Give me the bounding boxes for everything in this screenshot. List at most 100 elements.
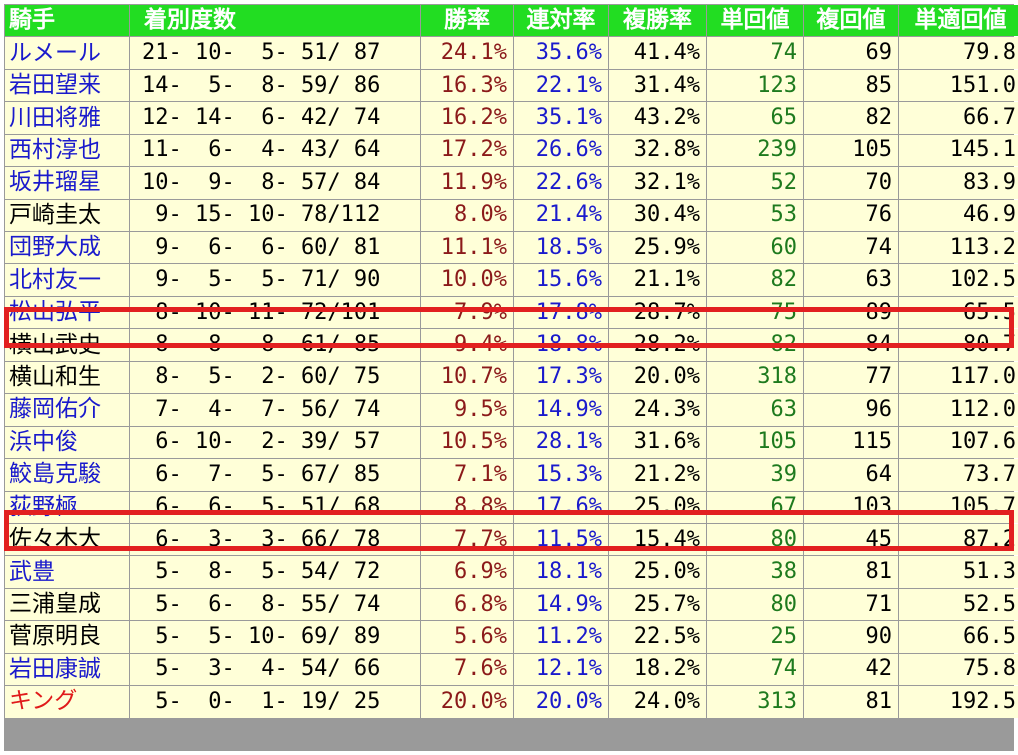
jockey-name[interactable]: 団野大成 (5, 232, 129, 264)
show-rate-cell: 28.7% (609, 296, 706, 329)
show-return-cell: 82 (804, 102, 898, 134)
show-return-cell: 63 (804, 264, 898, 296)
show-rate-cell: 32.8% (609, 134, 706, 167)
place-rate-cell: 35.6% (514, 37, 608, 69)
jockey-name[interactable]: 横山和生 (5, 361, 129, 394)
header-place-rate: 連対率 (514, 5, 608, 37)
adjusted-return-cell: 83.9 (899, 167, 1018, 199)
record-cell: 9- 6- 6- 60/ 81 (130, 232, 420, 264)
show-return-cell: 69 (804, 37, 898, 69)
show-rate-cell: 31.6% (609, 426, 706, 459)
win-return-cell: 239 (707, 134, 803, 167)
jockey-name[interactable]: 川田将雅 (5, 102, 129, 134)
show-return-cell: 115 (804, 426, 898, 459)
place-rate-cell: 14.9% (514, 588, 608, 621)
win-return-cell: 38 (707, 556, 803, 588)
show-return-cell: 77 (804, 361, 898, 394)
show-return-cell: 81 (804, 686, 898, 718)
win-return-cell: 67 (707, 491, 803, 523)
place-rate-cell: 12.1% (514, 653, 608, 686)
adjusted-return-cell: 87.2 (899, 523, 1018, 556)
show-return-cell: 96 (804, 394, 898, 426)
win-rate-cell: 7.1% (421, 459, 513, 491)
adjusted-return-cell: 192.5 (899, 686, 1018, 718)
jockey-name[interactable]: 菅原明良 (5, 621, 129, 653)
adjusted-return-cell: 145.1 (899, 134, 1018, 167)
record-cell: 9- 15- 10- 78/112 (130, 199, 420, 232)
win-return-cell: 65 (707, 102, 803, 134)
win-return-cell: 105 (707, 426, 803, 459)
header-win-return: 単回値 (707, 5, 803, 37)
win-return-cell: 52 (707, 167, 803, 199)
record-cell: 14- 5- 8- 59/ 86 (130, 69, 420, 102)
place-rate-cell: 15.3% (514, 459, 608, 491)
adjusted-return-cell: 75.8 (899, 653, 1018, 686)
adjusted-return-cell: 117.0 (899, 361, 1018, 394)
win-rate-cell: 7.9% (421, 296, 513, 329)
record-cell: 10- 9- 8- 57/ 84 (130, 167, 420, 199)
win-return-cell: 25 (707, 621, 803, 653)
jockey-name[interactable]: 坂井瑠星 (5, 167, 129, 199)
show-return-cell: 105 (804, 134, 898, 167)
win-rate-cell: 10.5% (421, 426, 513, 459)
show-rate-cell: 22.5% (609, 621, 706, 653)
place-rate-cell: 15.6% (514, 264, 608, 296)
adjusted-return-cell: 51.3 (899, 556, 1018, 588)
show-rate-cell: 18.2% (609, 653, 706, 686)
jockey-name[interactable]: 岩田康誠 (5, 653, 129, 686)
win-rate-cell: 24.1% (421, 37, 513, 69)
record-cell: 7- 4- 7- 56/ 74 (130, 394, 420, 426)
place-rate-cell: 28.1% (514, 426, 608, 459)
place-rate-cell: 17.6% (514, 491, 608, 523)
show-rate-cell: 43.2% (609, 102, 706, 134)
record-cell: 5- 3- 4- 54/ 66 (130, 653, 420, 686)
header-record: 着別度数 (130, 5, 420, 37)
jockey-name[interactable]: 佐々木大 (5, 523, 129, 556)
adjusted-return-cell: 66.5 (899, 621, 1018, 653)
win-rate-cell: 16.2% (421, 102, 513, 134)
record-cell: 12- 14- 6- 42/ 74 (130, 102, 420, 134)
jockey-name[interactable]: 藤岡佑介 (5, 394, 129, 426)
record-cell: 9- 5- 5- 71/ 90 (130, 264, 420, 296)
jockey-name[interactable]: 武豊 (5, 556, 129, 588)
win-rate-cell: 5.6% (421, 621, 513, 653)
win-return-cell: 63 (707, 394, 803, 426)
jockey-name[interactable]: 三浦皇成 (5, 588, 129, 621)
jockey-name[interactable]: 荻野極 (5, 491, 129, 523)
win-return-cell: 123 (707, 69, 803, 102)
jockey-name[interactable]: 横山武史 (5, 329, 129, 361)
show-return-cell: 89 (804, 296, 898, 329)
adjusted-return-cell: 65.5 (899, 296, 1018, 329)
win-rate-cell: 7.6% (421, 653, 513, 686)
show-rate-cell: 21.2% (609, 459, 706, 491)
jockey-name[interactable]: 岩田望来 (5, 69, 129, 102)
record-cell: 5- 0- 1- 19/ 25 (130, 686, 420, 718)
jockey-name[interactable]: 戸崎圭太 (5, 199, 129, 232)
show-rate-cell: 24.3% (609, 394, 706, 426)
record-cell: 6- 10- 2- 39/ 57 (130, 426, 420, 459)
jockey-name[interactable]: ルメール (5, 37, 129, 69)
jockey-name[interactable]: 西村淳也 (5, 134, 129, 167)
adjusted-return-cell: 52.5 (899, 588, 1018, 621)
place-rate-cell: 14.9% (514, 394, 608, 426)
jockey-name[interactable]: 浜中俊 (5, 426, 129, 459)
win-rate-cell: 16.3% (421, 69, 513, 102)
win-rate-cell: 6.9% (421, 556, 513, 588)
adjusted-return-cell: 46.9 (899, 199, 1018, 232)
place-rate-cell: 20.0% (514, 686, 608, 718)
show-rate-cell: 30.4% (609, 199, 706, 232)
win-return-cell: 80 (707, 523, 803, 556)
header-win-rate: 勝率 (421, 5, 513, 37)
header-adjusted-return: 単適回値 (899, 5, 1018, 37)
show-rate-cell: 21.1% (609, 264, 706, 296)
win-rate-cell: 9.4% (421, 329, 513, 361)
win-return-cell: 53 (707, 199, 803, 232)
win-return-cell: 39 (707, 459, 803, 491)
jockey-name[interactable]: 鮫島克駿 (5, 459, 129, 491)
jockey-name[interactable]: キング (5, 686, 129, 718)
jockey-name[interactable]: 北村友一 (5, 264, 129, 296)
show-rate-cell: 25.0% (609, 556, 706, 588)
place-rate-cell: 17.8% (514, 296, 608, 329)
jockey-name[interactable]: 松山弘平 (5, 296, 129, 329)
show-rate-cell: 25.0% (609, 491, 706, 523)
